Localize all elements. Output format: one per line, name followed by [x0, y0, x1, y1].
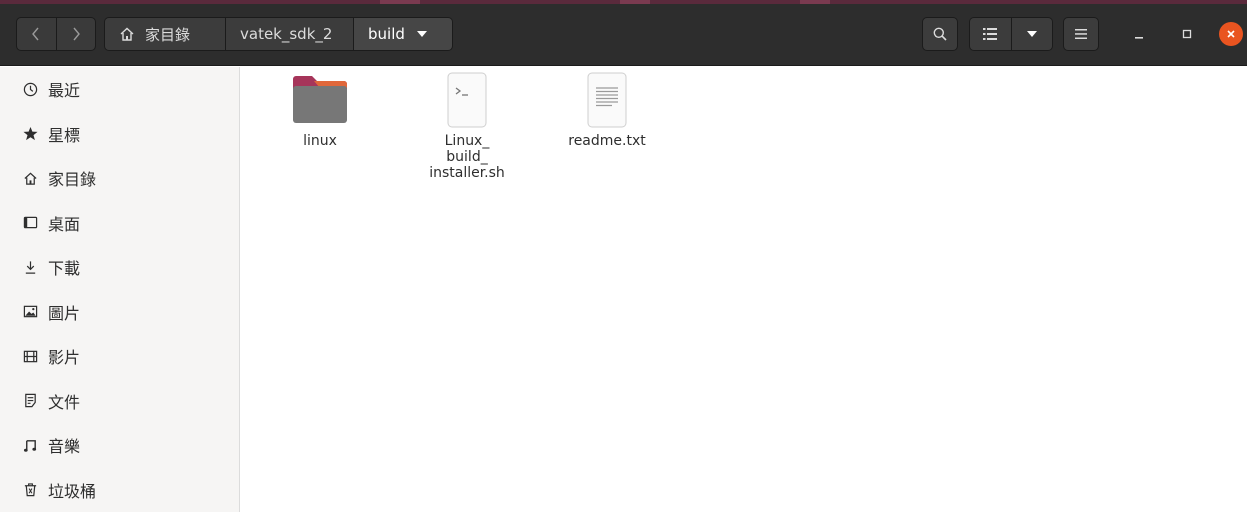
breadcrumb-home[interactable]: 家目錄 [105, 18, 225, 50]
clock-icon [23, 82, 37, 96]
minimize-icon [1135, 37, 1143, 39]
file-grid: linux Linux_ build_ installer.sh readme.… [241, 67, 1247, 512]
search-icon [933, 27, 947, 41]
file-name: linux [303, 133, 337, 149]
home-icon [23, 172, 37, 185]
sidebar-item-documents[interactable]: 文件 [0, 379, 239, 424]
file-item-linux[interactable]: linux [260, 67, 380, 149]
header-bar: 家目錄 vatek_sdk_2 build [0, 4, 1247, 66]
file-name-line-1: Linux_ [444, 133, 490, 149]
sidebar-item-recent[interactable]: 最近 [0, 67, 239, 112]
sidebar-item-home[interactable]: 家目錄 [0, 156, 239, 201]
download-icon [25, 261, 35, 274]
list-view-button[interactable] [970, 18, 1011, 50]
minimize-button[interactable] [1127, 22, 1151, 46]
navigation-buttons [16, 17, 96, 51]
breadcrumb-vatek-sdk[interactable]: vatek_sdk_2 [225, 18, 353, 50]
folder-icon [293, 76, 347, 123]
breadcrumb: 家目錄 vatek_sdk_2 build [104, 17, 453, 51]
home-icon [120, 27, 134, 41]
sidebar-item-videos[interactable]: 影片 [0, 334, 239, 379]
sidebar-item-starred[interactable]: 星標 [0, 112, 239, 157]
sidebar-item-label: 桌面 [48, 214, 81, 234]
document-icon [24, 394, 36, 408]
breadcrumb-build[interactable]: build [353, 18, 452, 50]
close-button[interactable] [1219, 22, 1243, 46]
maximize-icon [1182, 29, 1192, 39]
sidebar-item-desktop[interactable]: 桌面 [0, 201, 239, 246]
breadcrumb-home-label: 家目錄 [145, 25, 191, 44]
chevron-right-icon [73, 27, 80, 41]
terminal-script-icon [447, 72, 487, 128]
film-icon [23, 350, 37, 363]
file-name-line-2: build_ [446, 149, 488, 165]
sidebar-item-label: 下載 [48, 259, 81, 279]
sidebar-item-trash[interactable]: 垃圾桶 [0, 468, 239, 512]
view-options [969, 17, 1053, 51]
breadcrumb-build-label: build [368, 25, 405, 43]
file-name-line-3: installer.sh [429, 165, 505, 181]
sidebar-item-label: 圖片 [48, 303, 81, 323]
places-sidebar: 最近 星標 家目錄 桌面 下載 圖片 影片 文件 音樂 垃圾桶 [0, 67, 240, 512]
music-icon [23, 439, 36, 452]
view-menu-button[interactable] [1010, 18, 1052, 50]
file-name: readme.txt [568, 133, 646, 149]
sidebar-item-pictures[interactable]: 圖片 [0, 290, 239, 335]
desktop-icon [23, 216, 37, 229]
sidebar-item-music[interactable]: 音樂 [0, 423, 239, 468]
forward-button[interactable] [55, 18, 96, 50]
sidebar-item-label: 垃圾桶 [48, 481, 97, 501]
back-button[interactable] [17, 18, 56, 50]
file-item-readme[interactable]: readme.txt [547, 67, 667, 149]
main-menu-button[interactable] [1063, 17, 1099, 51]
sidebar-item-label: 家目錄 [48, 170, 97, 190]
sidebar-item-label: 星標 [48, 125, 81, 145]
image-icon [23, 305, 37, 318]
chevron-down-icon [416, 31, 427, 37]
sidebar-item-label: 最近 [48, 81, 81, 101]
chevron-left-icon [32, 27, 39, 41]
sidebar-item-label: 影片 [48, 348, 81, 368]
sidebar-item-label: 文件 [48, 392, 81, 412]
list-view-icon [983, 28, 998, 40]
star-icon [22, 127, 38, 141]
sidebar-item-label: 音樂 [48, 437, 81, 457]
hamburger-menu-icon [1075, 29, 1087, 39]
chevron-down-icon [1026, 31, 1037, 37]
close-icon [1227, 30, 1235, 38]
file-item-linux-build-installer[interactable]: Linux_ build_ installer.sh [407, 67, 527, 181]
text-file-icon [587, 72, 627, 128]
breadcrumb-vatek-sdk-label: vatek_sdk_2 [240, 25, 333, 43]
search-button[interactable] [922, 17, 958, 51]
maximize-button[interactable] [1175, 22, 1199, 46]
sidebar-item-downloads[interactable]: 下載 [0, 245, 239, 290]
trash-icon [24, 483, 36, 497]
